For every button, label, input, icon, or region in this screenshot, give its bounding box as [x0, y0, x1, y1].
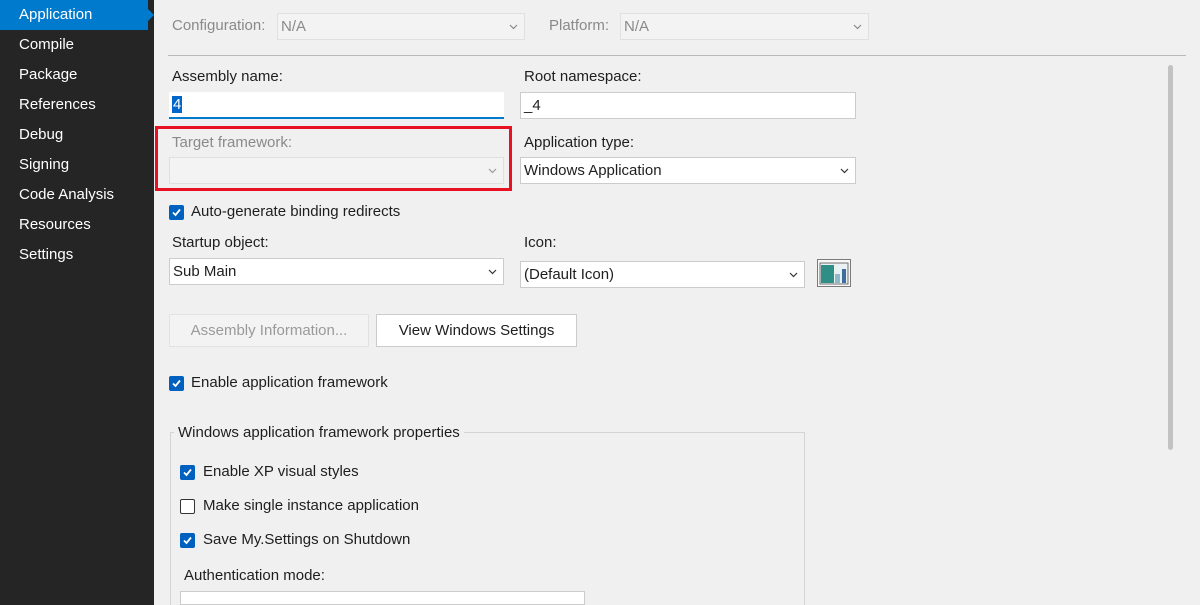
root-namespace-value: _4	[524, 97, 541, 114]
application-page: Configuration: N/A Platform: N/A Assembl…	[154, 0, 1200, 605]
authentication-mode-label: Authentication mode:	[184, 567, 325, 584]
sidebar-item-signing[interactable]: Signing	[0, 150, 148, 180]
configuration-value: N/A	[281, 18, 307, 35]
sidebar-item-label: Application	[19, 6, 93, 23]
view-windows-settings-button[interactable]: View Windows Settings	[376, 314, 577, 347]
configuration-select[interactable]: N/A	[277, 13, 525, 40]
sidebar-item-compile[interactable]: Compile	[0, 30, 148, 60]
chevron-down-icon	[840, 166, 849, 175]
sidebar-item-label: Code Analysis	[19, 186, 115, 203]
application-type-value: Windows Application	[524, 162, 662, 179]
platform-value: N/A	[624, 18, 650, 35]
enable-app-framework-label: Enable application framework	[191, 374, 388, 391]
framework-properties-title: Windows application framework properties	[174, 424, 464, 441]
header-divider	[168, 55, 1186, 56]
chevron-down-icon	[509, 22, 518, 31]
sidebar-item-label: Compile	[19, 36, 75, 53]
checkmark-icon	[172, 208, 181, 217]
xp-styles-label: Enable XP visual styles	[203, 463, 359, 480]
app-icon-preview	[817, 259, 851, 287]
target-framework-label: Target framework:	[172, 134, 293, 151]
sidebar-item-label: Settings	[19, 246, 74, 263]
startup-object-label: Startup object:	[172, 234, 269, 251]
sidebar-item-code-analysis[interactable]: Code Analysis	[0, 180, 148, 210]
checkmark-icon	[172, 379, 181, 388]
enable-app-framework-checkbox[interactable]	[169, 376, 184, 391]
sidebar-item-debug[interactable]: Debug	[0, 120, 148, 150]
startup-object-select[interactable]: Sub Main	[169, 258, 504, 285]
sidebar-item-references[interactable]: References	[0, 90, 148, 120]
checkmark-icon	[183, 536, 192, 545]
sidebar-item-label: References	[19, 96, 96, 113]
application-type-select[interactable]: Windows Application	[520, 157, 856, 184]
application-type-label: Application type:	[524, 134, 635, 151]
icon-value: (Default Icon)	[524, 266, 615, 283]
save-settings-label: Save My.Settings on Shutdown	[203, 531, 411, 548]
window-icon	[819, 262, 849, 285]
checkmark-icon	[183, 468, 192, 477]
sidebar-item-label: Package	[19, 66, 78, 83]
chevron-down-icon	[853, 22, 862, 31]
chevron-down-icon	[488, 267, 497, 276]
icon-select[interactable]: (Default Icon)	[520, 261, 805, 288]
sidebar-item-label: Resources	[19, 216, 91, 233]
xp-styles-checkbox[interactable]	[180, 465, 195, 480]
sidebar: Application Compile Package References D…	[0, 0, 154, 605]
sidebar-item-label: Debug	[19, 126, 64, 143]
icon-label: Icon:	[524, 234, 557, 251]
assembly-name-input[interactable]: 4	[169, 92, 504, 119]
platform-label: Platform:	[549, 17, 610, 34]
save-settings-checkbox[interactable]	[180, 533, 195, 548]
assembly-information-button[interactable]: Assembly Information...	[169, 314, 369, 347]
sidebar-item-application[interactable]: Application	[0, 0, 148, 30]
assembly-name-label: Assembly name:	[172, 68, 283, 85]
root-namespace-input[interactable]: _4	[520, 92, 856, 119]
auto-binding-label: Auto-generate binding redirects	[191, 203, 401, 220]
single-instance-label: Make single instance application	[203, 497, 419, 514]
chevron-down-icon	[789, 270, 798, 279]
startup-object-value: Sub Main	[173, 263, 237, 280]
sidebar-item-settings[interactable]: Settings	[0, 240, 148, 270]
single-instance-checkbox[interactable]	[180, 499, 195, 514]
sidebar-item-resources[interactable]: Resources	[0, 210, 148, 240]
authentication-mode-select[interactable]	[180, 591, 585, 605]
vertical-scrollbar[interactable]	[1168, 65, 1173, 450]
configuration-label: Configuration:	[172, 17, 266, 34]
assembly-name-value: 4	[172, 96, 183, 113]
target-framework-select[interactable]	[169, 157, 504, 184]
auto-binding-checkbox[interactable]	[169, 205, 184, 220]
sidebar-item-label: Signing	[19, 156, 70, 173]
platform-select[interactable]: N/A	[620, 13, 869, 40]
chevron-down-icon	[488, 166, 497, 175]
sidebar-item-package[interactable]: Package	[0, 60, 148, 90]
root-namespace-label: Root namespace:	[524, 68, 642, 85]
